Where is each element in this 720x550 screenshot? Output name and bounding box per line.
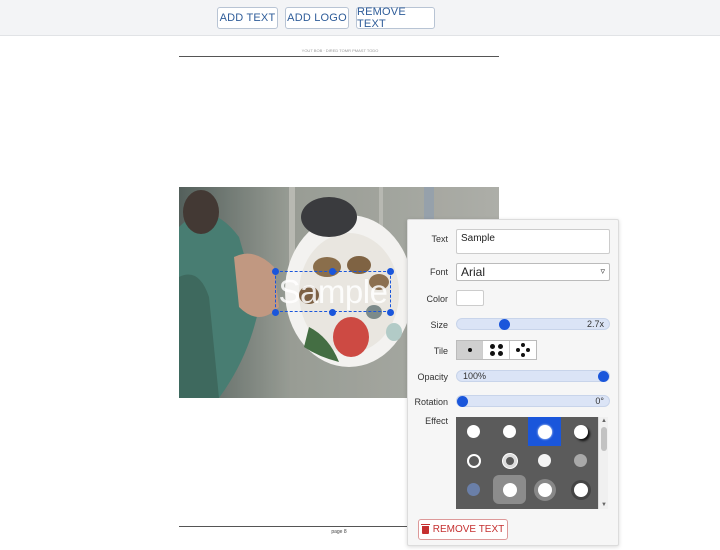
- top-toolbar: ADD TEXT ADD LOGO REMOVE TEXT: [0, 0, 720, 36]
- text-label: Text: [431, 234, 448, 244]
- remove-text-button[interactable]: REMOVE TEXT: [356, 6, 435, 30]
- effect-grid: [456, 417, 608, 509]
- effect-swatch: [503, 425, 516, 438]
- size-label: Size: [430, 320, 448, 330]
- tile-option-single[interactable]: [457, 341, 484, 359]
- opacity-label: Opacity: [417, 372, 448, 382]
- effect-option-light[interactable]: [528, 446, 561, 475]
- header-divider: [179, 56, 499, 57]
- effect-option-ring[interactable]: [493, 446, 526, 475]
- effect-swatch: [538, 454, 551, 467]
- color-swatch[interactable]: [456, 290, 484, 306]
- effect-swatch: [467, 425, 480, 438]
- effect-swatch: [466, 453, 481, 468]
- tile-option-five[interactable]: [510, 341, 536, 359]
- effect-option-plain[interactable]: [457, 417, 490, 446]
- tile-label: Tile: [433, 346, 448, 356]
- resize-handle-bottom[interactable]: [329, 309, 336, 316]
- effect-swatch: [573, 482, 588, 497]
- effect-swatch: [574, 454, 587, 467]
- add-logo-button[interactable]: ADD LOGO: [285, 7, 349, 29]
- tile-option-four[interactable]: [483, 341, 510, 359]
- page-header-text: YOUT BOB · DIRED TOMR PMAST TODO: [301, 48, 379, 53]
- resize-handle-top[interactable]: [329, 268, 336, 275]
- text-input[interactable]: Sample: [456, 229, 610, 254]
- chevron-down-icon: ▿: [600, 266, 605, 276]
- watermark-settings-panel: Text Sample Font Arial ▿ Color Size 2.7x…: [407, 219, 619, 546]
- watermark-selection-box[interactable]: [275, 271, 391, 312]
- scroll-down-icon[interactable]: ▼: [601, 502, 607, 508]
- effect-swatch: [467, 483, 480, 496]
- size-slider-thumb[interactable]: [499, 319, 510, 330]
- effect-swatch: [537, 424, 552, 439]
- tile-selector: [456, 340, 537, 360]
- opacity-slider[interactable]: 100%: [456, 370, 610, 382]
- effect-option-gradient[interactable]: [457, 475, 490, 504]
- dot-icon: [468, 348, 472, 352]
- rotation-value: 0°: [595, 396, 604, 406]
- dot-icon: [525, 348, 530, 352]
- effect-option-outline[interactable]: [457, 446, 490, 475]
- effect-option-glow[interactable]: [564, 475, 597, 504]
- opacity-value: 100%: [463, 371, 487, 381]
- font-label: Font: [429, 267, 448, 277]
- color-label: Color: [426, 294, 448, 304]
- rotation-label: Rotation: [414, 397, 448, 407]
- resize-handle-top-left[interactable]: [272, 268, 279, 275]
- effect-scrollbar[interactable]: ▲ ▼: [598, 417, 608, 509]
- effect-swatch: [537, 482, 552, 497]
- effect-swatch: [502, 482, 517, 497]
- effect-label: Effect: [425, 416, 448, 426]
- panel-remove-text-label: REMOVE TEXT: [432, 524, 505, 535]
- effect-option-soft[interactable]: [493, 417, 526, 446]
- size-value: 2.7x: [586, 319, 604, 329]
- resize-handle-bottom-right[interactable]: [387, 309, 394, 316]
- dot-icon: [490, 344, 496, 349]
- scrollbar-thumb[interactable]: [601, 427, 607, 451]
- resize-handle-bottom-left[interactable]: [272, 309, 279, 316]
- scroll-up-icon[interactable]: ▲: [601, 418, 607, 424]
- effect-option-bevel[interactable]: [528, 475, 561, 504]
- effect-option-gray[interactable]: [564, 446, 597, 475]
- effect-option-emboss[interactable]: [493, 475, 526, 504]
- effect-swatch: [573, 424, 588, 439]
- opacity-slider-thumb[interactable]: [598, 371, 609, 382]
- dot-icon: [515, 348, 520, 352]
- dot-icon: [490, 351, 496, 356]
- resize-handle-top-right[interactable]: [387, 268, 394, 275]
- rotation-slider[interactable]: 0°: [456, 395, 610, 407]
- effect-swatch: [502, 453, 517, 468]
- rotation-slider-thumb[interactable]: [457, 396, 468, 407]
- size-slider[interactable]: 2.7x: [456, 318, 610, 330]
- dot-icon: [498, 344, 504, 349]
- font-select[interactable]: Arial ▿: [456, 263, 610, 281]
- add-text-button[interactable]: ADD TEXT: [217, 7, 278, 29]
- dot-icon: [520, 353, 525, 357]
- dot-icon: [498, 351, 504, 356]
- dot-icon: [520, 343, 525, 347]
- trash-icon: [420, 523, 430, 534]
- effect-option-shadow[interactable]: [564, 417, 597, 446]
- effect-option-selected[interactable]: [528, 417, 561, 446]
- panel-remove-text-button[interactable]: REMOVE TEXT: [418, 519, 508, 540]
- font-select-value: Arial: [461, 265, 486, 279]
